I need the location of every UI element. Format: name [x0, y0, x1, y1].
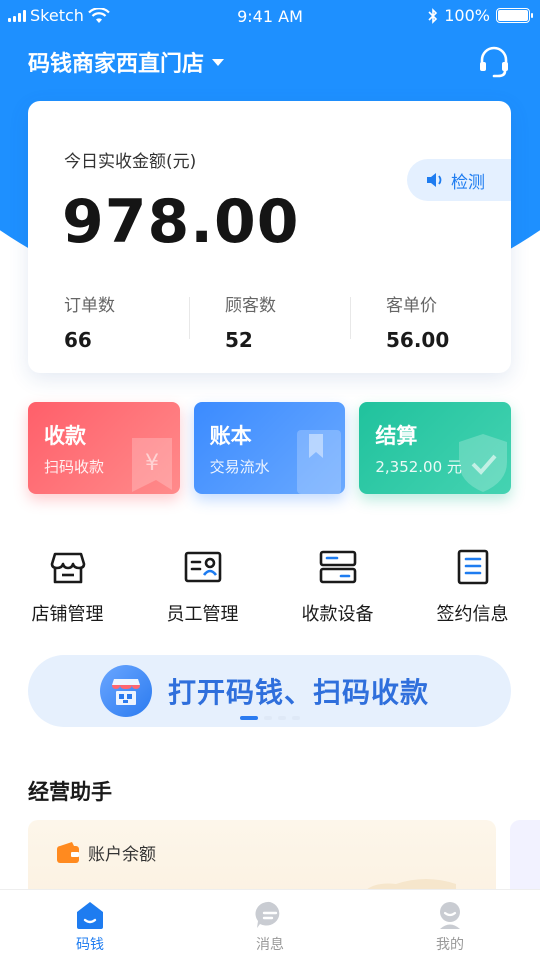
detect-label: 检测 [451, 172, 485, 193]
staff-management[interactable]: 员工管理 [135, 548, 270, 626]
carousel-dot-active [240, 716, 258, 720]
yen-icon: ¥ [131, 438, 172, 492]
stat-orders: 订单数 66 [28, 291, 189, 352]
bluetooth-icon [428, 7, 438, 24]
shield-check-icon [459, 434, 508, 492]
action-label: 员工管理 [166, 604, 239, 625]
tab-label: 消息 [256, 937, 284, 953]
revenue-card: 今日实收金额(元) 978.00 检测 订单数 66 顾客数 52 客单价 56… [28, 101, 511, 373]
action-label: 店铺管理 [31, 604, 104, 625]
battery-icon [496, 8, 533, 23]
tab-label: 我的 [436, 937, 464, 953]
ledger-tile[interactable]: 账本 交易流水 [193, 402, 346, 494]
message-icon [255, 901, 280, 928]
revenue-amount: 978.00 [62, 187, 300, 257]
stat-avg-order: 客单价 56.00 [350, 291, 511, 352]
qr-shop-icon [100, 665, 152, 717]
stats-row: 订单数 66 顾客数 52 客单价 56.00 [28, 291, 511, 352]
store-icon [50, 552, 85, 584]
revenue-label: 今日实收金额(元) [64, 152, 197, 172]
speaker-icon [427, 173, 442, 187]
stat-customers: 顾客数 52 [189, 291, 350, 352]
stat-value: 52 [225, 328, 253, 352]
carousel-indicator [240, 716, 300, 720]
action-label: 收款设备 [301, 604, 374, 625]
tab-profile[interactable]: 我的 [360, 890, 540, 960]
tab-home[interactable]: 码钱 [0, 890, 180, 960]
stat-value: 66 [64, 328, 92, 352]
wallet-icon [57, 841, 79, 863]
tab-label: 码钱 [76, 937, 104, 953]
battery-percent: 100% [444, 6, 490, 25]
store-name: 码钱商家西直门店 [28, 52, 205, 77]
banner-text: 打开码钱、扫码收款 [168, 676, 430, 709]
carousel-dot [264, 716, 272, 720]
svg-text:¥: ¥ [145, 451, 159, 476]
carousel-dot [278, 716, 286, 720]
quick-actions: 店铺管理 员工管理 收款设备 签约信息 [0, 548, 540, 626]
headset-icon[interactable] [476, 44, 512, 80]
stat-label: 订单数 [64, 296, 115, 316]
payment-devices[interactable]: 收款设备 [270, 548, 405, 626]
store-selector[interactable]: 码钱商家西直门店 [28, 46, 225, 78]
action-label: 签约信息 [436, 604, 509, 625]
status-bar: Sketch 9:41 AM 100% [0, 0, 540, 34]
settle-tile[interactable]: 结算 2,352.00 元 [359, 402, 512, 494]
collect-tile[interactable]: 收款 扫码收款 ¥ [28, 402, 180, 494]
home-icon [77, 902, 103, 929]
store-management[interactable]: 店铺管理 [0, 548, 135, 626]
feature-tiles: 收款 扫码收款 ¥ 账本 交易流水 结算 2,352.00 元 [28, 402, 512, 494]
tab-messages[interactable]: 消息 [180, 890, 360, 960]
stat-value: 56.00 [386, 328, 450, 352]
tab-bar: 码钱 消息 我的 [0, 889, 540, 960]
account-balance-label: 账户余额 [88, 845, 156, 865]
stat-label: 客单价 [386, 296, 437, 316]
stat-label: 顾客数 [225, 296, 276, 316]
contract-info[interactable]: 签约信息 [405, 548, 540, 626]
id-card-icon [184, 551, 221, 583]
bookmark-icon [297, 430, 342, 494]
carousel-dot [292, 716, 300, 720]
device-icon [319, 550, 356, 584]
detect-button[interactable]: 检测 [407, 159, 511, 201]
document-icon [457, 549, 488, 585]
section-title: 经营助手 [28, 780, 112, 804]
profile-icon [440, 902, 460, 929]
top-bar: 码钱商家西直门店 [28, 42, 512, 82]
caret-down-icon [212, 58, 225, 66]
